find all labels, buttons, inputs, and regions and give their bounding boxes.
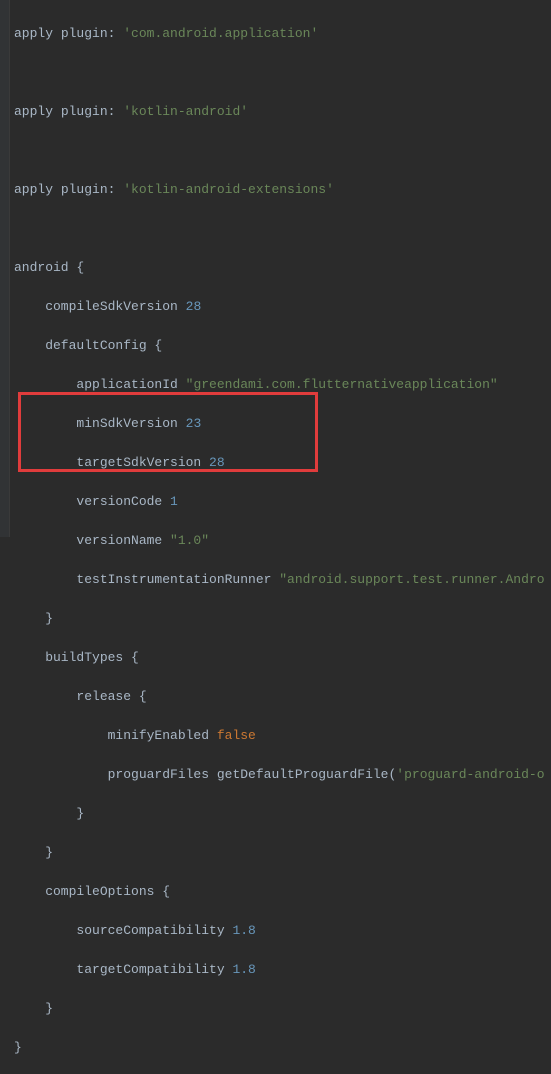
- code-line[interactable]: versionName "1.0": [14, 531, 551, 551]
- code-line[interactable]: [14, 63, 551, 83]
- text: versionCode: [14, 494, 170, 509]
- code-line[interactable]: apply plugin: 'com.android.application': [14, 24, 551, 44]
- keyword: apply: [14, 182, 53, 197]
- text: (: [388, 767, 396, 782]
- text: versionName: [14, 533, 170, 548]
- text: targetCompatibility: [14, 962, 232, 977]
- text: testInstrumentationRunner: [14, 572, 279, 587]
- code-line[interactable]: defaultConfig {: [14, 336, 551, 356]
- text: plugin:: [53, 182, 123, 197]
- code-line[interactable]: targetCompatibility 1.8: [14, 960, 551, 980]
- code-line[interactable]: [14, 141, 551, 161]
- text: compileOptions {: [14, 884, 170, 899]
- string: "android.support.test.runner.Andro: [279, 572, 544, 587]
- text: applicationId: [14, 377, 186, 392]
- code-line[interactable]: versionCode 1: [14, 492, 551, 512]
- code-line[interactable]: compileOptions {: [14, 882, 551, 902]
- text: sourceCompatibility: [14, 923, 232, 938]
- code-editor[interactable]: apply plugin: 'com.android.application' …: [0, 0, 551, 1074]
- text: plugin:: [53, 26, 123, 41]
- code-line[interactable]: compileSdkVersion 28: [14, 297, 551, 317]
- code-line[interactable]: }: [14, 843, 551, 863]
- string: 'proguard-android-o: [396, 767, 544, 782]
- number: 28: [186, 299, 202, 314]
- number: 28: [209, 455, 225, 470]
- text: defaultConfig {: [14, 338, 162, 353]
- text: buildTypes {: [14, 650, 139, 665]
- text: proguardFiles: [14, 767, 217, 782]
- text: release {: [14, 689, 147, 704]
- editor-gutter: [0, 0, 10, 537]
- code-line[interactable]: apply plugin: 'kotlin-android-extensions…: [14, 180, 551, 200]
- text: }: [14, 1040, 22, 1055]
- text: minSdkVersion: [14, 416, 186, 431]
- number: 23: [186, 416, 202, 431]
- string: "1.0": [170, 533, 209, 548]
- number: 1: [170, 494, 178, 509]
- text: minifyEnabled: [14, 728, 217, 743]
- text: }: [14, 1001, 53, 1016]
- code-line[interactable]: applicationId "greendami.com.flutternati…: [14, 375, 551, 395]
- string: "greendami.com.flutternativeapplication": [186, 377, 498, 392]
- code-line[interactable]: }: [14, 609, 551, 629]
- text: targetSdkVersion: [14, 455, 209, 470]
- code-line[interactable]: minifyEnabled false: [14, 726, 551, 746]
- text: }: [14, 806, 84, 821]
- number: 1.8: [232, 962, 255, 977]
- keyword: false: [217, 728, 256, 743]
- code-line[interactable]: sourceCompatibility 1.8: [14, 921, 551, 941]
- code-line[interactable]: android {: [14, 258, 551, 278]
- code-line[interactable]: apply plugin: 'kotlin-android': [14, 102, 551, 122]
- text: plugin:: [53, 104, 123, 119]
- string: 'kotlin-android-extensions': [123, 182, 334, 197]
- number: 1.8: [232, 923, 255, 938]
- keyword: apply: [14, 104, 53, 119]
- code-line[interactable]: targetSdkVersion 28: [14, 453, 551, 473]
- string: 'kotlin-android': [123, 104, 248, 119]
- function: getDefaultProguardFile: [217, 767, 389, 782]
- code-line[interactable]: testInstrumentationRunner "android.suppo…: [14, 570, 551, 590]
- text: compileSdkVersion: [14, 299, 186, 314]
- code-line[interactable]: buildTypes {: [14, 648, 551, 668]
- text: }: [14, 611, 53, 626]
- code-line[interactable]: }: [14, 1038, 551, 1058]
- code-line[interactable]: minSdkVersion 23: [14, 414, 551, 434]
- text: }: [14, 845, 53, 860]
- keyword: apply: [14, 26, 53, 41]
- code-line[interactable]: [14, 219, 551, 239]
- code-line[interactable]: }: [14, 804, 551, 824]
- text: android {: [14, 260, 84, 275]
- code-line[interactable]: proguardFiles getDefaultProguardFile('pr…: [14, 765, 551, 785]
- code-line[interactable]: release {: [14, 687, 551, 707]
- string: 'com.android.application': [123, 26, 318, 41]
- code-line[interactable]: }: [14, 999, 551, 1019]
